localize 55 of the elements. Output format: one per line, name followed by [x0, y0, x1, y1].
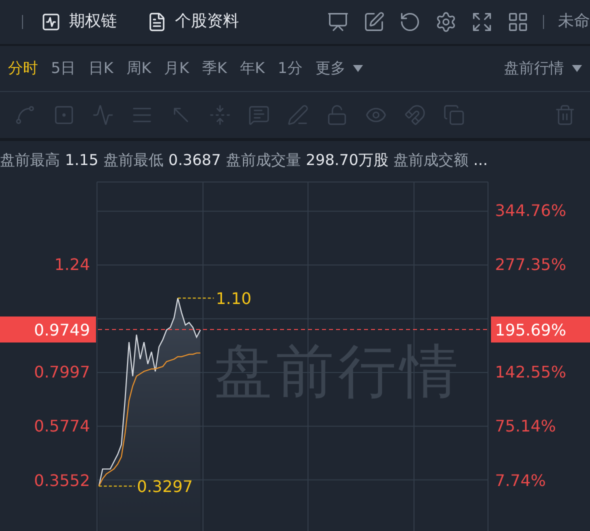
stat-label: 盘前成交量: [226, 150, 301, 170]
price-axis-label: 0.5774: [34, 416, 90, 436]
period-tab[interactable]: 日K: [88, 59, 114, 78]
current-price-tag: 0.9749: [0, 316, 96, 342]
rectangle-tool-icon[interactable]: [53, 104, 75, 126]
toolbar-link[interactable]: 个股资料: [143, 11, 251, 32]
grid-icon[interactable]: [507, 10, 529, 33]
stat-label: 盘前最低: [103, 150, 164, 170]
wave-tool-icon[interactable]: [92, 104, 114, 126]
document-icon: [147, 12, 167, 32]
percent-axis-label: 75.14%: [495, 416, 556, 436]
period-tab[interactable]: 年K: [240, 59, 265, 78]
percent-axis-label: 344.76%: [495, 201, 566, 220]
line-tool-icon[interactable]: [14, 104, 36, 126]
price-axis-label: 0.3552: [34, 470, 90, 490]
percent-axis-label: 142.55%: [495, 362, 566, 382]
edit-icon[interactable]: [363, 10, 385, 33]
account-label[interactable]: 未命: [558, 11, 590, 32]
lock-icon[interactable]: [326, 104, 348, 126]
leader-line: [98, 486, 136, 487]
percent-axis-label: 7.74%: [495, 470, 546, 490]
stat-value: ...: [473, 151, 488, 170]
stat-value: 0.3687: [168, 151, 221, 170]
stat-label: 盘前最高: [0, 150, 60, 170]
chart-icon: [41, 12, 61, 32]
current-change-tag: 195.69%: [491, 316, 590, 342]
period-tab[interactable]: 季K: [202, 59, 227, 78]
magnet-icon[interactable]: [404, 104, 426, 126]
price-marker-label: 0.3297: [136, 477, 193, 496]
period-tab[interactable]: 1分: [278, 59, 302, 78]
refresh-icon[interactable]: [399, 10, 421, 33]
price-axis-label: 0.7997: [34, 362, 90, 382]
percent-axis-label: 277.35%: [495, 254, 566, 274]
period-tab[interactable]: 分时: [8, 59, 38, 78]
stat-value: 1.15: [65, 151, 98, 170]
period-tab[interactable]: 更多: [315, 59, 364, 78]
toolbar-link[interactable]: 期权链: [37, 11, 129, 32]
caret-icon: [572, 65, 582, 72]
level-tool-icon[interactable]: [209, 104, 231, 126]
copy-icon[interactable]: [443, 104, 465, 126]
ref-line-label: 0.9749: [34, 320, 90, 340]
settings-icon[interactable]: [435, 10, 457, 33]
period-tab[interactable]: 周K: [126, 59, 152, 78]
pen-icon[interactable]: [287, 104, 309, 126]
note-icon[interactable]: [248, 104, 270, 126]
price-marker-label: 1.10: [216, 289, 252, 308]
period-tab[interactable]: 5日: [51, 59, 76, 78]
stat-value: 298.70万股: [306, 150, 388, 170]
stat-label: 盘前成交额: [393, 150, 468, 170]
period-tab[interactable]: 月K: [164, 59, 190, 78]
delete-icon[interactable]: [554, 104, 576, 126]
expand-icon[interactable]: [471, 10, 493, 33]
leader-line: [177, 298, 214, 299]
session-dropdown[interactable]: 盘前行情: [504, 59, 582, 78]
price-axis-label: 1.24: [54, 254, 90, 274]
